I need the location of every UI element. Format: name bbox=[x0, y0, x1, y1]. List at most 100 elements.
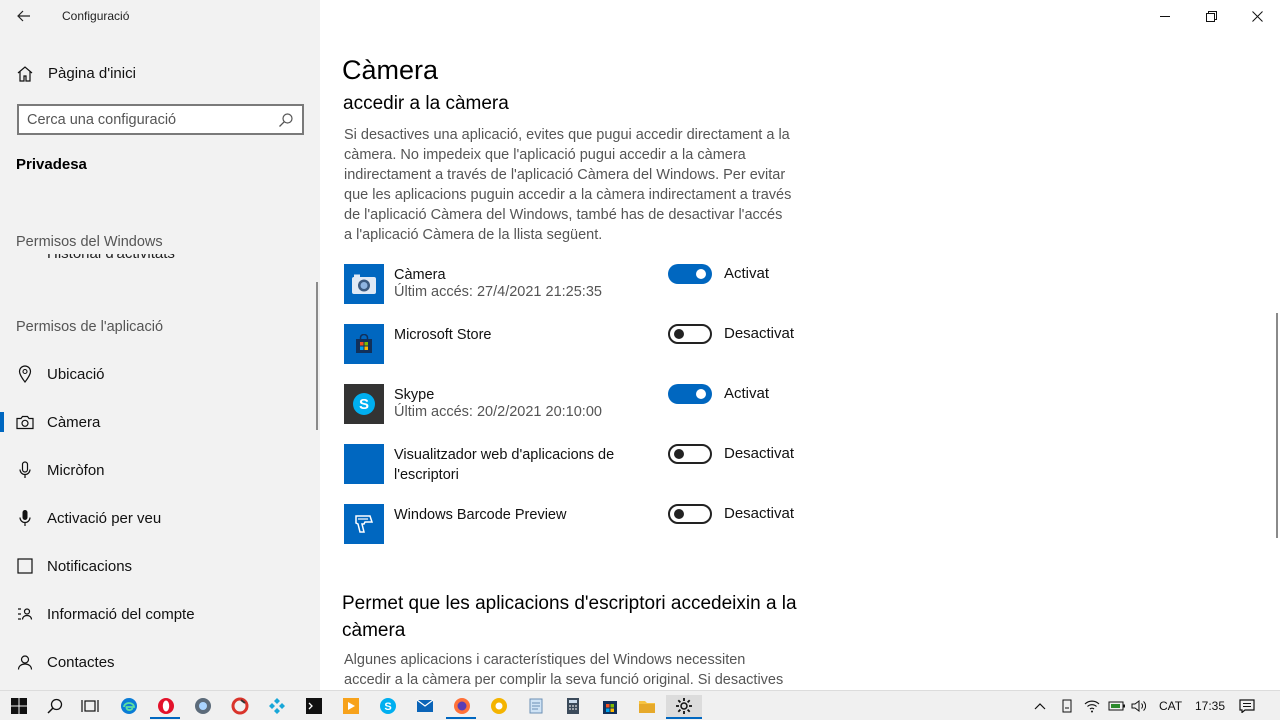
notification-icon bbox=[16, 557, 34, 575]
microsoft-store-toggle[interactable] bbox=[668, 324, 712, 344]
wifi-icon bbox=[1084, 700, 1100, 713]
sidebar-scrollbar[interactable] bbox=[316, 282, 318, 430]
mail-taskbar-icon[interactable] bbox=[414, 695, 436, 717]
terminal-taskbar-icon[interactable] bbox=[303, 695, 325, 717]
home-icon bbox=[16, 65, 34, 82]
account-info-icon bbox=[16, 605, 34, 623]
skype-taskbar-icon[interactable]: S bbox=[377, 695, 399, 717]
close-button[interactable] bbox=[1234, 0, 1280, 32]
opera-taskbar-icon[interactable] bbox=[155, 695, 177, 717]
search-taskbar-button[interactable] bbox=[44, 695, 66, 717]
camera-app-icon bbox=[344, 264, 384, 304]
sidebar-item-voice-activation[interactable]: Activació per veu bbox=[0, 498, 320, 538]
app-taskbar-icon-3[interactable] bbox=[192, 695, 214, 717]
app-name: Visualitzador web d'aplicacions de l'esc… bbox=[394, 447, 615, 483]
restore-icon bbox=[1205, 10, 1217, 22]
sidebar-item-microphone[interactable]: Micròfon bbox=[0, 450, 320, 490]
file-explorer-taskbar-icon[interactable] bbox=[636, 695, 658, 717]
store-taskbar-icon[interactable] bbox=[599, 695, 621, 717]
restore-button[interactable] bbox=[1188, 0, 1234, 32]
tray-language[interactable]: CAT bbox=[1159, 691, 1182, 721]
group-label-apps: Permisos de l'aplicació bbox=[16, 319, 164, 335]
sidebar-item-label: Càmera bbox=[47, 413, 101, 431]
firefox-taskbar-icon[interactable] bbox=[451, 695, 473, 717]
calculator-taskbar-icon[interactable] bbox=[562, 695, 584, 717]
home-link[interactable]: Pàgina d'inici bbox=[16, 62, 136, 84]
sidebar-item-notifications[interactable]: Notificacions bbox=[0, 546, 320, 586]
tray-clock[interactable]: 17:35 bbox=[1195, 691, 1225, 721]
settings-window: Configuració Pàgina d'inici Privadesa Pe… bbox=[0, 0, 1280, 690]
page-title: Càmera bbox=[342, 55, 439, 85]
settings-taskbar-icon[interactable] bbox=[666, 695, 702, 717]
main-content: Càmera accedir a la càmera Si desactives… bbox=[320, 0, 1280, 690]
settings-active-indicator bbox=[666, 717, 702, 719]
tray-wifi-icon[interactable] bbox=[1084, 691, 1100, 721]
microphone-icon bbox=[16, 461, 34, 479]
toggle-state-label: Desactivat bbox=[724, 505, 795, 522]
skype-icon: S bbox=[344, 384, 384, 424]
section-title: Privadesa bbox=[16, 156, 87, 173]
sidebar-item-label: Contactes bbox=[47, 653, 115, 671]
toggle-knob bbox=[674, 329, 684, 339]
tray-battery-icon[interactable] bbox=[1108, 691, 1126, 721]
toggle-knob bbox=[696, 269, 706, 279]
desktop-apps-description: Algunes aplicacions i característiques d… bbox=[344, 652, 784, 688]
task-view-icon bbox=[81, 700, 99, 712]
window-controls bbox=[1142, 0, 1280, 32]
sidebar-item-account-info[interactable]: Informació del compte bbox=[0, 594, 320, 634]
close-icon bbox=[1251, 10, 1263, 22]
app-name: Càmera bbox=[394, 267, 446, 283]
firefox-active-indicator bbox=[446, 717, 476, 719]
tray-device-icon[interactable] bbox=[1060, 691, 1074, 721]
camera-toggle[interactable] bbox=[668, 264, 712, 284]
taskbar: S CAT 17:35 bbox=[0, 690, 1280, 720]
ccleaner-taskbar-icon[interactable] bbox=[229, 695, 251, 717]
search-icon[interactable] bbox=[278, 112, 294, 128]
section-subheading: accedir a la càmera bbox=[343, 93, 509, 114]
minimize-icon bbox=[1159, 15, 1170, 17]
section-description: Si desactives una aplicació, evites que … bbox=[344, 127, 792, 243]
last-access: Últim accés: 20/2/2021 20:10:00 bbox=[394, 404, 602, 420]
location-icon bbox=[16, 365, 34, 383]
sidebar-item-label: Ubicació bbox=[47, 365, 105, 383]
gear-icon bbox=[676, 698, 692, 714]
app-row-barcode-preview: Windows Barcode Preview Desactivat bbox=[344, 504, 804, 546]
app-row-microsoft-store: Microsoft Store Desactivat bbox=[344, 324, 804, 366]
toggle-state-label: Activat bbox=[724, 385, 770, 402]
sidebar-item-activity-history[interactable]: Historial d'activitats bbox=[47, 254, 175, 268]
web-viewer-toggle[interactable] bbox=[668, 444, 712, 464]
minimize-button[interactable] bbox=[1142, 0, 1188, 32]
windows-logo-icon bbox=[11, 698, 27, 714]
sidebar: Configuració Pàgina d'inici Privadesa Pe… bbox=[0, 0, 320, 690]
contacts-icon bbox=[16, 653, 34, 671]
action-center-button[interactable] bbox=[1239, 691, 1255, 721]
sidebar-item-camera[interactable]: Càmera bbox=[0, 402, 320, 442]
app-row-camera: Càmera Últim accés: 27/4/2021 21:25:35 A… bbox=[344, 264, 804, 306]
sidebar-item-contacts[interactable]: Contactes bbox=[0, 642, 320, 682]
toggle-state-label: Desactivat bbox=[724, 325, 795, 342]
notepad-taskbar-icon[interactable] bbox=[525, 695, 547, 717]
back-button[interactable] bbox=[10, 4, 38, 28]
skype-toggle[interactable] bbox=[668, 384, 712, 404]
last-access: Últim accés: 27/4/2021 21:25:35 bbox=[394, 284, 602, 300]
voice-icon bbox=[16, 509, 34, 527]
toggle-knob bbox=[696, 389, 706, 399]
web-viewer-app-icon bbox=[344, 444, 384, 484]
microsoft-store-icon bbox=[344, 324, 384, 364]
search-box[interactable] bbox=[17, 104, 304, 135]
task-view-button[interactable] bbox=[79, 695, 101, 717]
media-player-taskbar-icon[interactable] bbox=[340, 695, 362, 717]
tray-overflow-button[interactable] bbox=[1034, 691, 1046, 721]
app-name: Skype bbox=[394, 387, 435, 403]
kodi-taskbar-icon[interactable] bbox=[266, 695, 288, 717]
toggle-knob bbox=[674, 509, 684, 519]
start-button[interactable] bbox=[8, 695, 30, 717]
app-name: Windows Barcode Preview bbox=[394, 507, 567, 523]
main-scrollbar[interactable] bbox=[1276, 313, 1278, 538]
edge-taskbar-icon[interactable] bbox=[118, 695, 140, 717]
search-input[interactable] bbox=[27, 111, 267, 128]
barcode-preview-toggle[interactable] bbox=[668, 504, 712, 524]
sidebar-item-location[interactable]: Ubicació bbox=[0, 354, 320, 394]
chrome-canary-taskbar-icon[interactable] bbox=[488, 695, 510, 717]
tray-volume-icon[interactable] bbox=[1131, 691, 1147, 721]
